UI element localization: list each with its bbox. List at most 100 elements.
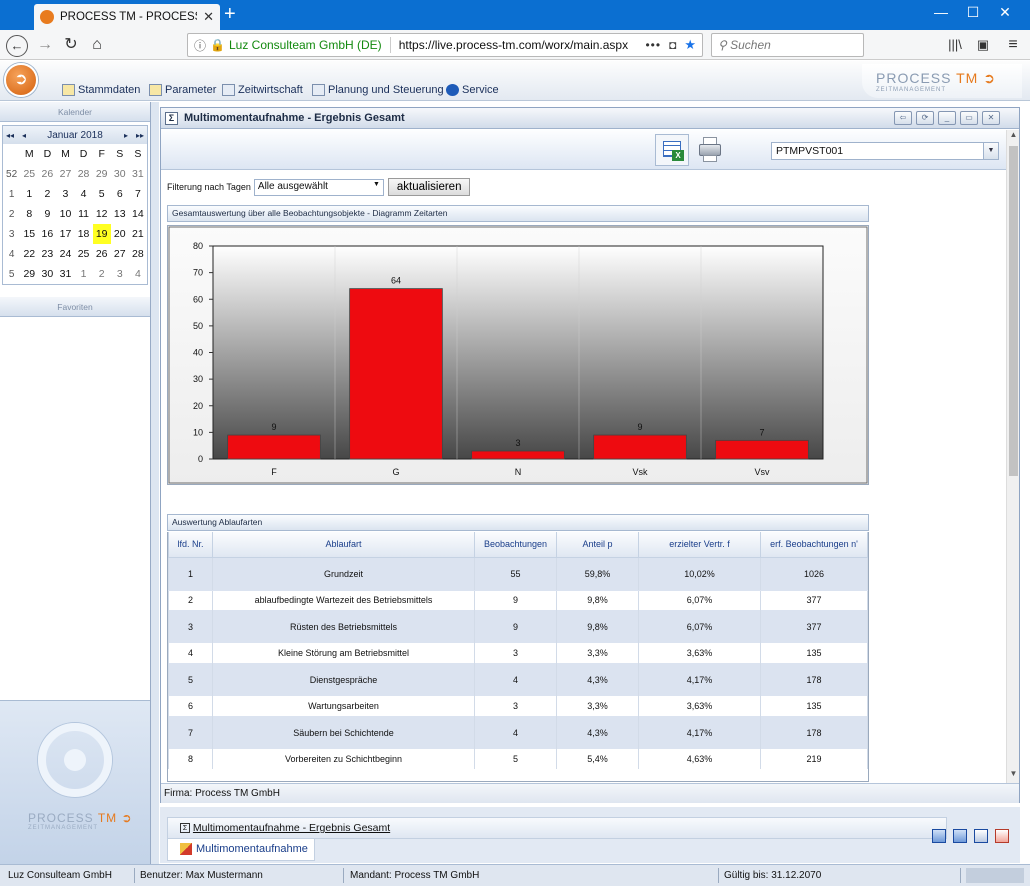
close-window-icon[interactable]: ✕ (982, 111, 1000, 125)
calendar-day[interactable]: 22 (20, 244, 38, 264)
calendar-day[interactable]: 31 (129, 164, 147, 184)
column-header[interactable]: Ablaufart (212, 532, 475, 558)
calendar-day[interactable]: 5 (93, 184, 111, 204)
table-row[interactable]: 1 Grundzeit 55 59,8% 10,02% 1026 (168, 557, 868, 591)
refresh-window-icon[interactable]: ⟳ (916, 111, 934, 125)
cascade-icon[interactable] (974, 829, 988, 843)
refresh-button[interactable]: aktualisieren (387, 178, 471, 196)
scroll-up-icon[interactable]: ▲ (1007, 130, 1020, 144)
calendar-day[interactable]: 16 (38, 224, 56, 244)
calendar-day[interactable]: 26 (38, 164, 56, 184)
calendar-day-today[interactable]: 19 (92, 224, 111, 244)
task-result-gesamt[interactable]: Σ Multimomentaufnahme - Ergebnis Gesamt (167, 817, 947, 839)
site-identity[interactable]: Luz Consulteam GmbH (DE) (229, 38, 382, 52)
calendar-day[interactable]: 7 (129, 184, 147, 204)
table-row[interactable]: 2 ablaufbedingte Wartezeit des Betriebsmi… (168, 590, 868, 610)
prev-month-icon[interactable]: ◂ (17, 131, 31, 140)
reload-icon[interactable]: ↻ (60, 35, 82, 57)
table-row[interactable]: 8 Vorbereiten zu Schichtbeginn 5 5,4% 4,63% 2… (168, 749, 868, 769)
app-logo-icon[interactable]: ➲ (4, 63, 38, 97)
url-bar[interactable]: ⓘ 🔒 Luz Consulteam GmbH (DE) https://liv… (187, 33, 703, 57)
next-year-icon[interactable]: ▸▸ (133, 131, 147, 140)
calendar-day[interactable]: 29 (93, 164, 111, 184)
prev-year-icon[interactable]: ◂◂ (3, 131, 17, 140)
home-icon[interactable]: ⌂ (86, 35, 108, 57)
calendar-day[interactable]: 1 (20, 184, 38, 204)
day-filter-select[interactable]: Alle ausgewählt ▼ (253, 178, 384, 196)
restore-window-icon[interactable]: ▭ (960, 111, 978, 125)
calendar-day[interactable]: 20 (111, 224, 129, 244)
calendar-day[interactable]: 31 (56, 264, 74, 284)
task-multimomentaufnahme[interactable]: Multimomentaufnahme (167, 839, 315, 861)
close-window-icon[interactable]: ✕ (990, 4, 1020, 21)
calendar-day[interactable]: 4 (129, 264, 147, 284)
next-month-icon[interactable]: ▸ (119, 131, 133, 140)
scroll-thumb[interactable] (1009, 146, 1018, 476)
url-text[interactable]: https://live.process-tm.com/worx/main.as… (399, 38, 640, 52)
vertical-scrollbar[interactable]: ▲ ▼ (1006, 130, 1019, 783)
scroll-down-icon[interactable]: ▼ (1007, 769, 1020, 783)
tile-horizontal-icon[interactable] (932, 829, 946, 843)
library-icon[interactable]: |||\ (944, 35, 966, 57)
forward-icon[interactable]: → (34, 35, 56, 57)
column-header[interactable]: lfd. Nr. (168, 532, 213, 558)
calendar-day[interactable]: 3 (111, 264, 129, 284)
object-select[interactable]: PTMPVST001 ▼ (771, 142, 999, 160)
column-header[interactable]: erf. Beobachtungen n' (760, 532, 868, 558)
pin-icon[interactable]: ⇦ (894, 111, 912, 125)
calendar-day[interactable]: 17 (56, 224, 74, 244)
calendar-day[interactable]: 1 (75, 264, 93, 284)
print-button[interactable] (693, 134, 727, 166)
calendar-day[interactable]: 25 (75, 244, 93, 264)
column-header[interactable]: erzielter Vertr. f (638, 532, 761, 558)
calendar-day[interactable]: 27 (56, 164, 74, 184)
calendar-day[interactable]: 2 (93, 264, 111, 284)
info-icon[interactable]: ⓘ (194, 37, 206, 54)
calendar-day[interactable]: 8 (20, 204, 38, 224)
excel-export-button[interactable]: X (655, 134, 689, 166)
calendar-day[interactable]: 6 (111, 184, 129, 204)
calendar-day[interactable]: 24 (56, 244, 74, 264)
table-row[interactable]: 6 Wartungsarbeiten 3 3,3% 3,63% 135 (168, 696, 868, 716)
calendar-day[interactable]: 13 (111, 204, 129, 224)
table-row[interactable]: 4 Kleine Störung am Betriebsmittel 3 3,3% 3,… (168, 643, 868, 663)
close-tab-icon[interactable]: ✕ (203, 9, 214, 25)
menu-parameter[interactable]: Parameter (149, 84, 216, 96)
calendar-day[interactable]: 3 (56, 184, 74, 204)
bookmark-star-icon[interactable]: ★ (684, 37, 696, 53)
calendar-day[interactable]: 30 (111, 164, 129, 184)
pocket-icon[interactable]: ◘ (669, 38, 676, 52)
search-input[interactable]: ⚲ Suchen (711, 33, 864, 57)
menu-planung[interactable]: Planung und Steuerung (312, 84, 444, 96)
calendar-day[interactable]: 18 (75, 224, 93, 244)
calendar-day[interactable]: 27 (111, 244, 129, 264)
minimize-window-icon[interactable]: _ (938, 111, 956, 125)
calendar-day[interactable]: 25 (20, 164, 38, 184)
page-actions-icon[interactable]: ••• (645, 38, 661, 52)
menu-service[interactable]: Service (446, 84, 499, 96)
table-row[interactable]: 5 Dienstgespräche 4 4,3% 4,17% 178 (168, 663, 868, 696)
menu-zeitwirtschaft[interactable]: Zeitwirtschaft (222, 84, 303, 96)
column-header[interactable]: Beobachtungen (474, 532, 557, 558)
calendar-day[interactable]: 11 (75, 204, 93, 224)
calendar-day[interactable]: 4 (75, 184, 93, 204)
table-row[interactable]: 3 Rüsten des Betriebsmittels 9 9,8% 6,07% 377 (168, 610, 868, 643)
maximize-icon[interactable]: ☐ (958, 4, 988, 21)
calendar-day[interactable]: 10 (56, 204, 74, 224)
calendar-day[interactable]: 9 (38, 204, 56, 224)
hamburger-menu-icon[interactable]: ≡ (1002, 35, 1024, 57)
chevron-down-icon[interactable]: ▼ (983, 143, 998, 159)
menu-stammdaten[interactable]: Stammdaten (62, 84, 140, 96)
panel-splitter[interactable] (151, 102, 159, 864)
calendar-day[interactable]: 30 (38, 264, 56, 284)
calendar-day[interactable]: 23 (38, 244, 56, 264)
close-all-icon[interactable] (995, 829, 1009, 843)
calendar-day[interactable]: 12 (93, 204, 111, 224)
calendar-day[interactable]: 14 (129, 204, 147, 224)
new-tab-icon[interactable]: + (224, 3, 236, 25)
sidebar-icon[interactable]: ▣ (972, 35, 994, 57)
browser-tab[interactable]: PROCESS TM - PROCESS SUITE ✕ (34, 4, 220, 30)
calendar-day[interactable]: 15 (20, 224, 38, 244)
calendar-month[interactable]: Januar 2018 (31, 130, 119, 141)
column-header[interactable]: Anteil p (556, 532, 639, 558)
